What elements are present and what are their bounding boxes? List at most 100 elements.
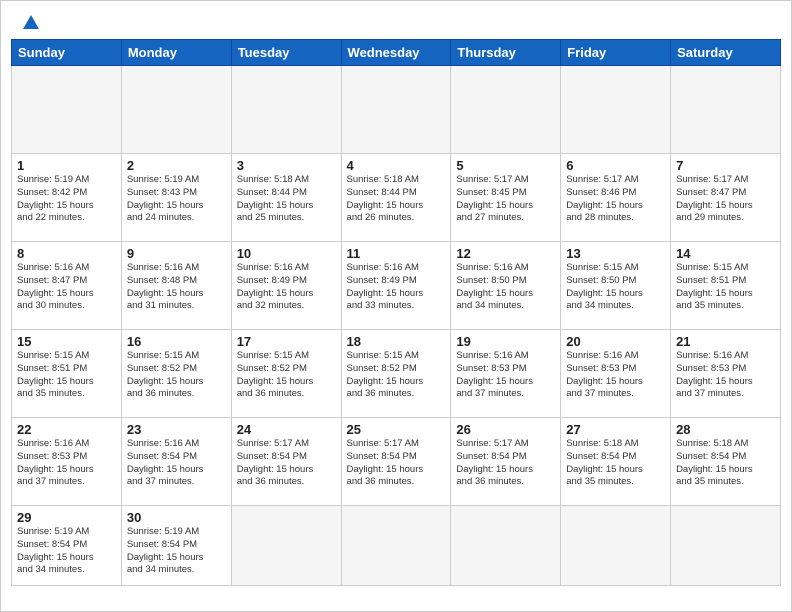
day-info: Sunrise: 5:15 AMSunset: 8:52 PMDaylight:… bbox=[127, 350, 226, 401]
calendar-cell: 11Sunrise: 5:16 AMSunset: 8:49 PMDayligh… bbox=[341, 242, 451, 330]
day-info: Sunrise: 5:15 AMSunset: 8:52 PMDaylight:… bbox=[237, 350, 336, 401]
calendar-week-row: 1Sunrise: 5:19 AMSunset: 8:42 PMDaylight… bbox=[12, 154, 781, 242]
day-info: Sunrise: 5:16 AMSunset: 8:49 PMDaylight:… bbox=[347, 262, 446, 313]
day-number: 19 bbox=[456, 334, 555, 349]
calendar-week-row: 8Sunrise: 5:16 AMSunset: 8:47 PMDaylight… bbox=[12, 242, 781, 330]
day-info: Sunrise: 5:15 AMSunset: 8:51 PMDaylight:… bbox=[17, 350, 116, 401]
calendar-cell bbox=[451, 506, 561, 586]
calendar-cell bbox=[561, 506, 671, 586]
day-number: 27 bbox=[566, 422, 665, 437]
day-info: Sunrise: 5:18 AMSunset: 8:44 PMDaylight:… bbox=[237, 174, 336, 225]
calendar-cell bbox=[671, 506, 781, 586]
day-info: Sunrise: 5:15 AMSunset: 8:50 PMDaylight:… bbox=[566, 262, 665, 313]
calendar-cell: 22Sunrise: 5:16 AMSunset: 8:53 PMDayligh… bbox=[12, 418, 122, 506]
calendar-cell: 10Sunrise: 5:16 AMSunset: 8:49 PMDayligh… bbox=[231, 242, 341, 330]
day-info: Sunrise: 5:16 AMSunset: 8:50 PMDaylight:… bbox=[456, 262, 555, 313]
calendar-cell: 9Sunrise: 5:16 AMSunset: 8:48 PMDaylight… bbox=[121, 242, 231, 330]
day-number: 1 bbox=[17, 158, 116, 173]
day-info: Sunrise: 5:17 AMSunset: 8:54 PMDaylight:… bbox=[237, 438, 336, 489]
day-info: Sunrise: 5:17 AMSunset: 8:47 PMDaylight:… bbox=[676, 174, 775, 225]
calendar-cell: 5Sunrise: 5:17 AMSunset: 8:45 PMDaylight… bbox=[451, 154, 561, 242]
day-header-saturday: Saturday bbox=[671, 40, 781, 66]
day-number: 11 bbox=[347, 246, 446, 261]
calendar-cell bbox=[341, 66, 451, 154]
calendar-cell: 18Sunrise: 5:15 AMSunset: 8:52 PMDayligh… bbox=[341, 330, 451, 418]
day-number: 6 bbox=[566, 158, 665, 173]
day-number: 9 bbox=[127, 246, 226, 261]
calendar-cell: 6Sunrise: 5:17 AMSunset: 8:46 PMDaylight… bbox=[561, 154, 671, 242]
day-info: Sunrise: 5:17 AMSunset: 8:54 PMDaylight:… bbox=[456, 438, 555, 489]
day-number: 30 bbox=[127, 510, 226, 525]
day-info: Sunrise: 5:18 AMSunset: 8:44 PMDaylight:… bbox=[347, 174, 446, 225]
day-info: Sunrise: 5:18 AMSunset: 8:54 PMDaylight:… bbox=[676, 438, 775, 489]
calendar-cell bbox=[12, 66, 122, 154]
calendar-cell: 26Sunrise: 5:17 AMSunset: 8:54 PMDayligh… bbox=[451, 418, 561, 506]
day-info: Sunrise: 5:16 AMSunset: 8:53 PMDaylight:… bbox=[17, 438, 116, 489]
day-number: 15 bbox=[17, 334, 116, 349]
header bbox=[1, 1, 791, 39]
calendar-cell bbox=[561, 66, 671, 154]
calendar-cell: 7Sunrise: 5:17 AMSunset: 8:47 PMDaylight… bbox=[671, 154, 781, 242]
calendar-body: 1Sunrise: 5:19 AMSunset: 8:42 PMDaylight… bbox=[12, 66, 781, 586]
day-number: 3 bbox=[237, 158, 336, 173]
logo-text bbox=[19, 13, 41, 33]
calendar-cell: 12Sunrise: 5:16 AMSunset: 8:50 PMDayligh… bbox=[451, 242, 561, 330]
day-info: Sunrise: 5:18 AMSunset: 8:54 PMDaylight:… bbox=[566, 438, 665, 489]
calendar-week-row bbox=[12, 66, 781, 154]
day-header-friday: Friday bbox=[561, 40, 671, 66]
day-number: 25 bbox=[347, 422, 446, 437]
calendar-week-row: 22Sunrise: 5:16 AMSunset: 8:53 PMDayligh… bbox=[12, 418, 781, 506]
calendar-week-row: 15Sunrise: 5:15 AMSunset: 8:51 PMDayligh… bbox=[12, 330, 781, 418]
day-number: 29 bbox=[17, 510, 116, 525]
calendar-cell: 16Sunrise: 5:15 AMSunset: 8:52 PMDayligh… bbox=[121, 330, 231, 418]
day-number: 10 bbox=[237, 246, 336, 261]
day-number: 18 bbox=[347, 334, 446, 349]
day-number: 4 bbox=[347, 158, 446, 173]
calendar-cell: 15Sunrise: 5:15 AMSunset: 8:51 PMDayligh… bbox=[12, 330, 122, 418]
calendar-cell: 21Sunrise: 5:16 AMSunset: 8:53 PMDayligh… bbox=[671, 330, 781, 418]
day-info: Sunrise: 5:17 AMSunset: 8:46 PMDaylight:… bbox=[566, 174, 665, 225]
day-number: 14 bbox=[676, 246, 775, 261]
day-info: Sunrise: 5:17 AMSunset: 8:54 PMDaylight:… bbox=[347, 438, 446, 489]
calendar-cell: 29Sunrise: 5:19 AMSunset: 8:54 PMDayligh… bbox=[12, 506, 122, 586]
calendar-cell: 27Sunrise: 5:18 AMSunset: 8:54 PMDayligh… bbox=[561, 418, 671, 506]
calendar-cell: 20Sunrise: 5:16 AMSunset: 8:53 PMDayligh… bbox=[561, 330, 671, 418]
day-number: 24 bbox=[237, 422, 336, 437]
calendar-cell bbox=[451, 66, 561, 154]
calendar-cell: 30Sunrise: 5:19 AMSunset: 8:54 PMDayligh… bbox=[121, 506, 231, 586]
logo-icon bbox=[21, 13, 41, 33]
day-number: 20 bbox=[566, 334, 665, 349]
calendar-cell: 1Sunrise: 5:19 AMSunset: 8:42 PMDaylight… bbox=[12, 154, 122, 242]
day-header-wednesday: Wednesday bbox=[341, 40, 451, 66]
day-info: Sunrise: 5:16 AMSunset: 8:53 PMDaylight:… bbox=[566, 350, 665, 401]
day-info: Sunrise: 5:16 AMSunset: 8:53 PMDaylight:… bbox=[456, 350, 555, 401]
day-number: 23 bbox=[127, 422, 226, 437]
calendar-week-row: 29Sunrise: 5:19 AMSunset: 8:54 PMDayligh… bbox=[12, 506, 781, 586]
calendar-cell: 24Sunrise: 5:17 AMSunset: 8:54 PMDayligh… bbox=[231, 418, 341, 506]
calendar-cell bbox=[121, 66, 231, 154]
day-number: 17 bbox=[237, 334, 336, 349]
calendar-cell: 4Sunrise: 5:18 AMSunset: 8:44 PMDaylight… bbox=[341, 154, 451, 242]
day-info: Sunrise: 5:19 AMSunset: 8:43 PMDaylight:… bbox=[127, 174, 226, 225]
calendar-cell: 3Sunrise: 5:18 AMSunset: 8:44 PMDaylight… bbox=[231, 154, 341, 242]
day-info: Sunrise: 5:16 AMSunset: 8:47 PMDaylight:… bbox=[17, 262, 116, 313]
calendar-header-row: SundayMondayTuesdayWednesdayThursdayFrid… bbox=[12, 40, 781, 66]
calendar-cell bbox=[341, 506, 451, 586]
calendar-container: SundayMondayTuesdayWednesdayThursdayFrid… bbox=[1, 39, 791, 611]
day-info: Sunrise: 5:16 AMSunset: 8:54 PMDaylight:… bbox=[127, 438, 226, 489]
day-info: Sunrise: 5:15 AMSunset: 8:52 PMDaylight:… bbox=[347, 350, 446, 401]
day-number: 16 bbox=[127, 334, 226, 349]
calendar-cell: 14Sunrise: 5:15 AMSunset: 8:51 PMDayligh… bbox=[671, 242, 781, 330]
calendar-cell: 8Sunrise: 5:16 AMSunset: 8:47 PMDaylight… bbox=[12, 242, 122, 330]
calendar-cell: 2Sunrise: 5:19 AMSunset: 8:43 PMDaylight… bbox=[121, 154, 231, 242]
day-info: Sunrise: 5:17 AMSunset: 8:45 PMDaylight:… bbox=[456, 174, 555, 225]
day-number: 13 bbox=[566, 246, 665, 261]
day-number: 22 bbox=[17, 422, 116, 437]
day-number: 28 bbox=[676, 422, 775, 437]
day-info: Sunrise: 5:16 AMSunset: 8:48 PMDaylight:… bbox=[127, 262, 226, 313]
day-number: 12 bbox=[456, 246, 555, 261]
day-header-monday: Monday bbox=[121, 40, 231, 66]
day-info: Sunrise: 5:16 AMSunset: 8:49 PMDaylight:… bbox=[237, 262, 336, 313]
calendar-cell bbox=[671, 66, 781, 154]
day-info: Sunrise: 5:19 AMSunset: 8:54 PMDaylight:… bbox=[17, 526, 116, 577]
